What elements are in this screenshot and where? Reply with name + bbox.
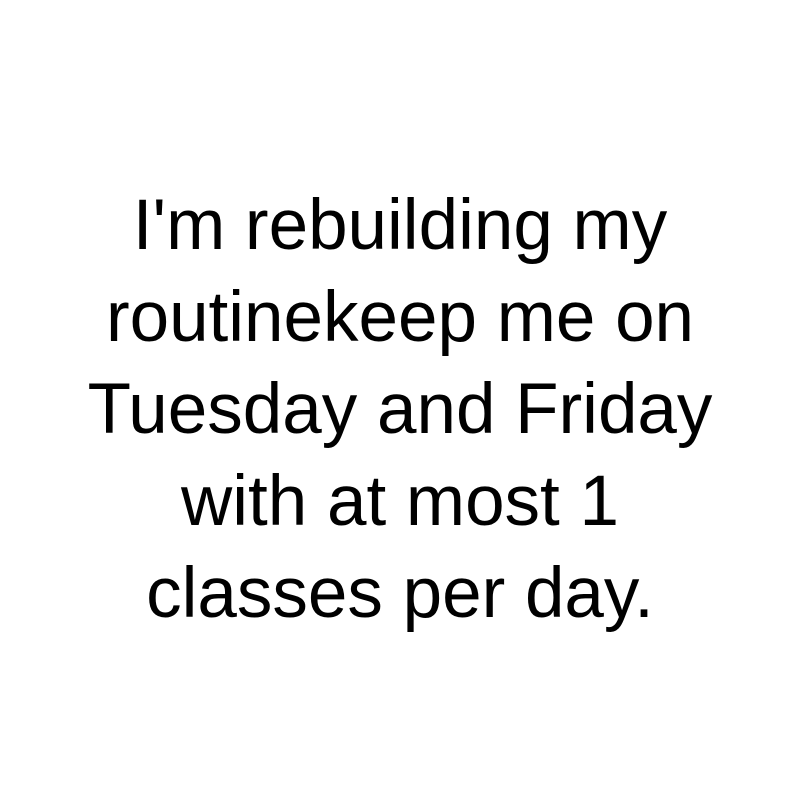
- message-text: I'm rebuilding my routinekeep me on Tues…: [0, 180, 800, 640]
- message-line: routinekeep me on: [105, 278, 695, 357]
- message-line: with at most 1: [181, 462, 619, 541]
- text-card: I'm rebuilding my routinekeep me on Tues…: [0, 0, 800, 800]
- message-line: Tuesday and Friday: [87, 370, 713, 449]
- message-line: classes per day.: [146, 554, 654, 633]
- message-line: I'm rebuilding my: [132, 186, 668, 265]
